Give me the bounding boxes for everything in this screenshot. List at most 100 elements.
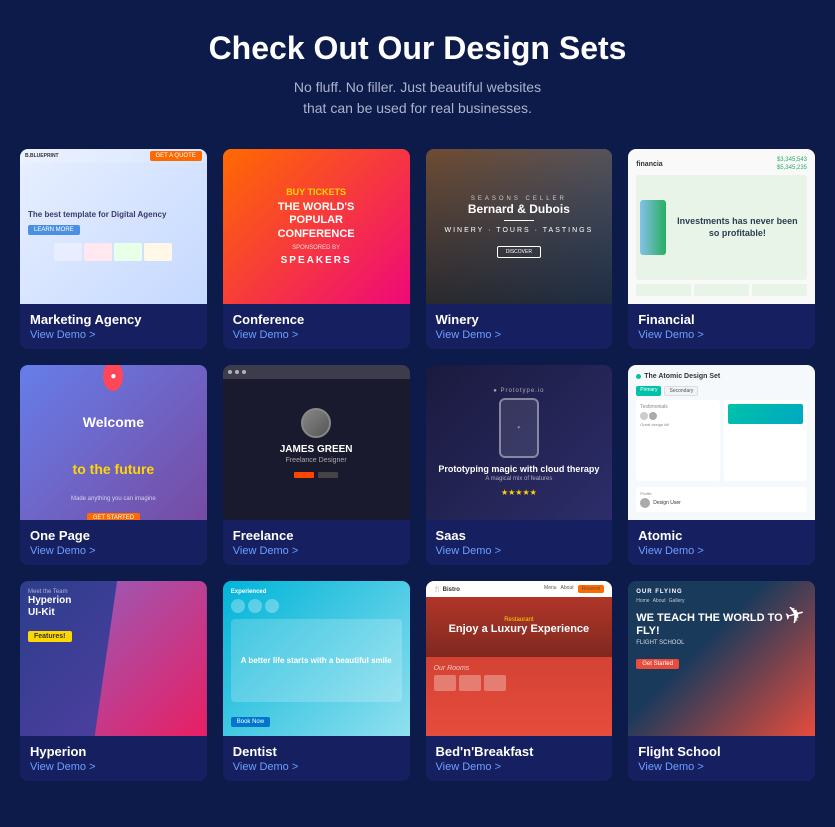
card-conference[interactable]: BUY TICKETS THE WORLD'SPOPULARCONFERENCE… [223,149,410,349]
freelance-link [294,472,314,478]
card-thumb-saas: ● Prototype.io ✦ Prototyping magic with … [426,365,613,520]
winery-sub: WINERY · TOURS · TASTINGS [444,227,593,234]
card-flight-school[interactable]: OUR FLYING Home About Gallery ✈ WE TEACH… [628,581,815,781]
card-info-atomic: Atomic View Demo > [628,520,815,565]
card-grid-row2: ● Welcome to the future Made anything yo… [20,365,815,565]
mockup-cta: GET A QUOTE [150,151,202,161]
freelance-inner: JAMES GREEN Freelance Designer [270,388,363,498]
card-link[interactable]: View Demo > [436,329,603,341]
mockup-nav-bar: B.BLUEPRINT GET A QUOTE [20,149,207,163]
card-link[interactable]: View Demo > [233,761,400,773]
atomic-buttons: Primary Secondary [636,386,807,396]
flight-title: WE TEACH THE WORLD TO FLY! [636,612,807,638]
fin-stat1 [636,284,691,296]
card-hyperion[interactable]: Meet the Team HyperionUI-Kit Features! H… [20,581,207,781]
card-link[interactable]: View Demo > [436,761,603,773]
onepage-welcome: Welcome [63,399,165,446]
card-financial[interactable]: financia $3,345,543 $5,345,235 Investmen… [628,149,815,349]
atomic-visual [728,404,803,424]
fin-hero-text: Investments has never been so profitable… [672,216,803,239]
saas-phone: ✦ [499,398,539,458]
dent-icon [231,599,245,613]
fin-header: financia $3,345,543 $5,345,235 [636,157,807,171]
mockup-buy: BUY TICKETS [278,187,355,197]
card-thumb-freelance: JAMES GREEN Freelance Designer [223,365,410,520]
bnb-title: Enjoy a Luxury Experience [449,623,590,636]
dent-icons-row [231,599,402,613]
onepage-inner: ● Welcome to the future Made anything yo… [53,365,175,520]
service-block [84,243,112,261]
card-marketing-agency[interactable]: B.BLUEPRINT GET A QUOTE The best templat… [20,149,207,349]
card-link[interactable]: View Demo > [638,329,805,341]
room-card [434,675,456,691]
card-link[interactable]: View Demo > [30,761,197,773]
atomic-card: Testimonials Great design kit! [636,400,719,481]
bnb-room-cards [434,675,605,691]
card-link[interactable]: View Demo > [638,545,805,557]
dent-icon [248,599,262,613]
card-link[interactable]: View Demo > [233,329,400,341]
profile-avatar [640,498,650,508]
card-thumb-dentist: Experienced A better life starts with a … [223,581,410,736]
card-info-winery: Winery View Demo > [426,304,613,349]
card-info-conference: Conference View Demo > [223,304,410,349]
card-link[interactable]: View Demo > [638,761,805,773]
onepage-future: to the future [63,446,165,492]
mockup-hero: The best template for Digital Agency LEA… [20,210,207,234]
card-title: Atomic [638,528,805,543]
card-onepage[interactable]: ● Welcome to the future Made anything yo… [20,365,207,565]
mockup-hero-text: The best template for Digital Agency [28,210,199,220]
mockup-learn-more: LEARN MORE [28,225,199,235]
atomic-dot [636,374,641,379]
bnb-hero-img: Restaurant Enjoy a Luxury Experience [426,597,613,657]
card-link[interactable]: View Demo > [233,545,400,557]
winery-overlay: SEASONS CELLER Bernard & Dubois WINERY ·… [426,149,613,304]
card-title: Freelance [233,528,400,543]
onepage-sub: Made anything you can imagine [63,496,165,502]
card-freelance[interactable]: JAMES GREEN Freelance Designer Freelance… [223,365,410,565]
card-info-marketing: Marketing Agency View Demo > [20,304,207,349]
card-info-saas: Saas View Demo > [426,520,613,565]
freelance-link [318,472,338,478]
card-link[interactable]: View Demo > [30,545,197,557]
room-card [459,675,481,691]
card-link[interactable]: View Demo > [436,545,603,557]
atomic-card2 [724,400,807,481]
dollar-bill-img [640,200,666,255]
bnb-header: 🍴 Bistro Menu About Reserve [426,581,613,597]
fin-stat3 [752,284,807,296]
card-thumb-atomic: The Atomic Design Set Primary Secondary … [628,365,815,520]
saas-brand: ● Prototype.io [438,388,599,394]
mockup-conf-inner: BUY TICKETS THE WORLD'SPOPULARCONFERENCE… [268,177,365,276]
card-title: Hyperion [30,744,197,759]
mockup-hosted: SPONSORED BY [278,245,355,251]
card-info-bnb: Bed'n'Breakfast View Demo > [426,736,613,781]
card-title: Conference [233,312,400,327]
card-info-freelance: Freelance View Demo > [223,520,410,565]
atomic-grid: Testimonials Great design kit! [636,400,807,481]
card-atomic[interactable]: The Atomic Design Set Primary Secondary … [628,365,815,565]
bnb-logo: 🍴 Bistro [434,586,460,593]
subtitle-line2: that can be used for real businesses. [303,100,532,116]
mockup-world: THE WORLD'SPOPULARCONFERENCE [278,201,355,241]
card-grid-row1: B.BLUEPRINT GET A QUOTE The best templat… [20,149,815,349]
flight-cta: Get Started [636,652,807,670]
card-dentist[interactable]: Experienced A better life starts with a … [223,581,410,781]
card-title: Marketing Agency [30,312,197,327]
freelance-title: Freelance Designer [280,457,353,464]
saas-inner: ● Prototype.io ✦ Prototyping magic with … [428,373,609,512]
testimonial-avatars [640,412,715,420]
card-info-flight: Flight School View Demo > [628,736,815,781]
winery-divider [504,220,534,221]
card-title: One Page [30,528,197,543]
dent-icon [265,599,279,613]
card-saas[interactable]: ● Prototype.io ✦ Prototyping magic with … [426,365,613,565]
card-link[interactable]: View Demo > [30,329,197,341]
atomic-footer-card: Profile Design User [636,487,807,512]
flight-overlay: OUR FLYING Home About Gallery ✈ WE TEACH… [628,581,815,736]
service-block [54,243,82,261]
card-winery[interactable]: SEASONS CELLER Bernard & Dubois WINERY ·… [426,149,613,349]
card-info-onepage: One Page View Demo > [20,520,207,565]
card-bnb[interactable]: 🍴 Bistro Menu About Reserve Restaurant E… [426,581,613,781]
page-subtitle: No fluff. No filler. Just beautiful webs… [20,77,815,119]
